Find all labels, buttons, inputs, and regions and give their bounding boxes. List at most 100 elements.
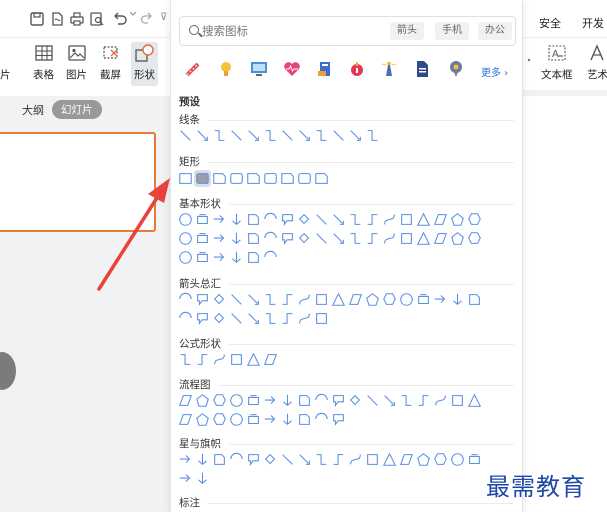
shape-option[interactable]	[211, 310, 228, 327]
shape-option[interactable]	[279, 211, 296, 228]
shape-option[interactable]	[466, 451, 483, 468]
shape-option[interactable]	[398, 211, 415, 228]
shape-option[interactable]	[177, 351, 194, 368]
shape-option[interactable]	[245, 291, 262, 308]
shape-option[interactable]	[415, 230, 432, 247]
redo-icon[interactable]	[140, 12, 154, 26]
more-icons-link[interactable]: 更多 ›	[481, 64, 508, 79]
shape-option[interactable]	[432, 211, 449, 228]
shape-option[interactable]	[177, 411, 194, 428]
shape-option[interactable]	[313, 211, 330, 228]
shape-option[interactable]	[194, 470, 211, 487]
shape-option[interactable]	[279, 451, 296, 468]
slide-thumbnail[interactable]	[0, 132, 156, 232]
shape-option[interactable]	[245, 310, 262, 327]
shape-option[interactable]	[177, 211, 194, 228]
shape-option[interactable]	[211, 249, 228, 266]
shape-option[interactable]	[211, 291, 228, 308]
screenshot-button[interactable]: 截屏	[100, 44, 121, 82]
shape-option[interactable]	[466, 392, 483, 409]
shape-option[interactable]	[228, 451, 245, 468]
shape-option[interactable]	[364, 451, 381, 468]
shape-option[interactable]	[228, 230, 245, 247]
shape-option[interactable]	[296, 211, 313, 228]
shape-option[interactable]	[398, 392, 415, 409]
shape-option[interactable]	[415, 291, 432, 308]
image-button[interactable]: 图片	[66, 44, 87, 82]
shape-option[interactable]	[432, 230, 449, 247]
shape-option[interactable]	[262, 127, 279, 144]
shape-option[interactable]	[296, 291, 313, 308]
shape-option[interactable]	[211, 211, 228, 228]
shape-option[interactable]	[177, 451, 194, 468]
shape-option[interactable]	[262, 170, 279, 187]
shape-option[interactable]	[347, 211, 364, 228]
shape-option[interactable]	[194, 230, 211, 247]
tab-developer[interactable]: 开发	[582, 15, 604, 31]
shape-option[interactable]	[364, 127, 381, 144]
shape-option[interactable]	[313, 127, 330, 144]
shape-option[interactable]	[228, 392, 245, 409]
shape-option[interactable]	[279, 310, 296, 327]
shape-option[interactable]	[330, 291, 347, 308]
shape-option[interactable]	[262, 411, 279, 428]
shape-option[interactable]	[262, 211, 279, 228]
shape-option[interactable]	[347, 127, 364, 144]
rectangle-shape-selected[interactable]	[194, 170, 211, 187]
shape-option[interactable]	[211, 411, 228, 428]
shape-option[interactable]	[177, 170, 194, 187]
shape-option[interactable]	[228, 249, 245, 266]
shape-option[interactable]	[245, 211, 262, 228]
search-tag-phone[interactable]: 手机	[435, 22, 469, 40]
shape-option[interactable]	[381, 451, 398, 468]
shape-option[interactable]	[415, 392, 432, 409]
wordart-button[interactable]: 艺术	[587, 44, 607, 82]
heart-rate-icon[interactable]	[282, 59, 302, 79]
shape-option[interactable]	[228, 310, 245, 327]
tab-slides[interactable]: 幻灯片	[52, 100, 102, 119]
shape-option[interactable]	[381, 211, 398, 228]
undo-icon[interactable]	[112, 12, 128, 26]
shape-option[interactable]	[211, 127, 228, 144]
shape-option[interactable]	[296, 310, 313, 327]
shape-option[interactable]	[211, 230, 228, 247]
shape-option[interactable]	[330, 451, 347, 468]
shape-option[interactable]	[313, 310, 330, 327]
shape-option[interactable]	[262, 451, 279, 468]
shape-option[interactable]	[381, 291, 398, 308]
shape-option[interactable]	[228, 351, 245, 368]
shape-option[interactable]	[194, 127, 211, 144]
shape-option[interactable]	[177, 291, 194, 308]
shape-option[interactable]	[279, 127, 296, 144]
shape-option[interactable]	[398, 451, 415, 468]
shape-option[interactable]	[364, 230, 381, 247]
shape-option[interactable]	[313, 451, 330, 468]
shape-option[interactable]	[313, 291, 330, 308]
shape-option[interactable]	[245, 451, 262, 468]
shape-option[interactable]	[381, 392, 398, 409]
shape-option[interactable]	[449, 291, 466, 308]
shape-option[interactable]	[177, 249, 194, 266]
textbox-button[interactable]: A 文本框	[541, 44, 573, 82]
shape-option[interactable]	[398, 230, 415, 247]
shape-option[interactable]	[228, 127, 245, 144]
shape-option[interactable]	[194, 392, 211, 409]
shape-option[interactable]	[245, 351, 262, 368]
shape-option[interactable]	[177, 310, 194, 327]
shape-option[interactable]	[296, 127, 313, 144]
shape-option[interactable]	[347, 230, 364, 247]
shape-option[interactable]	[245, 249, 262, 266]
shape-option[interactable]	[466, 211, 483, 228]
undo-dropdown-icon[interactable]	[130, 12, 136, 16]
shapes-button[interactable]: 形状	[131, 42, 158, 86]
shape-option[interactable]	[364, 291, 381, 308]
lightbulb-icon[interactable]	[216, 59, 236, 79]
shape-option[interactable]	[415, 451, 432, 468]
slide-canvas[interactable]	[523, 96, 607, 512]
shape-option[interactable]	[364, 211, 381, 228]
shape-option[interactable]	[262, 291, 279, 308]
search-tag-office[interactable]: 办公	[478, 22, 512, 40]
collapse-panel-button[interactable]	[0, 352, 16, 390]
shape-option[interactable]	[211, 392, 228, 409]
shape-option[interactable]	[279, 411, 296, 428]
